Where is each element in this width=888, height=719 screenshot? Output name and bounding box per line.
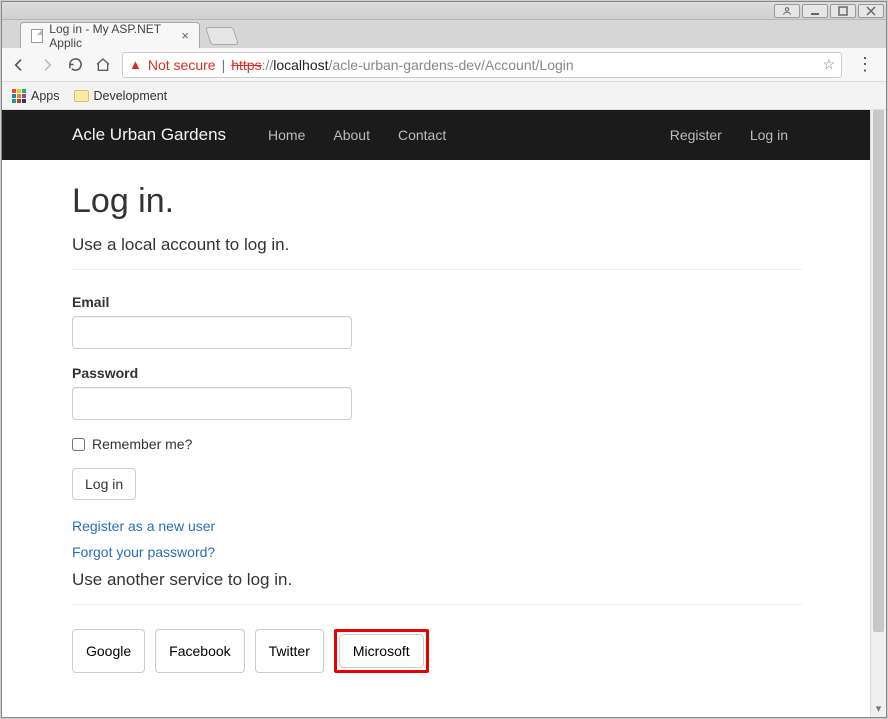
address-bar[interactable]: ▲ Not secure | https://localhost/acle-ur… <box>122 52 842 78</box>
page-icon <box>31 29 43 43</box>
window-titlebar <box>2 2 886 20</box>
site-navbar: Acle Urban Gardens Home About Contact Re… <box>2 110 870 160</box>
remember-me-label: Remember me? <box>92 436 192 452</box>
apps-shortcut[interactable]: Apps <box>12 89 60 103</box>
divider <box>72 604 802 605</box>
apps-grid-icon <box>12 89 26 103</box>
external-providers: Google Facebook Twitter Microsoft <box>72 629 802 673</box>
password-label: Password <box>72 365 802 381</box>
close-window-button[interactable] <box>858 4 884 18</box>
remember-me-checkbox[interactable] <box>72 438 85 451</box>
brand[interactable]: Acle Urban Gardens <box>72 125 226 145</box>
browser-toolbar: ▲ Not secure | https://localhost/acle-ur… <box>2 48 886 82</box>
provider-twitter[interactable]: Twitter <box>255 629 324 673</box>
provider-facebook[interactable]: Facebook <box>155 629 244 673</box>
local-account-heading: Use a local account to log in. <box>72 235 802 255</box>
home-button[interactable] <box>94 56 112 74</box>
close-tab-icon[interactable]: × <box>181 28 189 43</box>
provider-microsoft[interactable]: Microsoft <box>339 634 424 668</box>
email-field[interactable] <box>72 316 352 349</box>
nav-link-register[interactable]: Register <box>656 127 736 143</box>
url-text: https://localhost/acle-urban-gardens-dev… <box>231 57 573 73</box>
forgot-password-link[interactable]: Forgot your password? <box>72 544 802 560</box>
login-button[interactable]: Log in <box>72 468 136 500</box>
user-icon[interactable] <box>774 4 800 18</box>
scrollbar-thumb[interactable] <box>873 110 884 632</box>
nav-link-contact[interactable]: Contact <box>384 127 460 143</box>
bookmark-folder-development[interactable]: Development <box>74 89 168 103</box>
tab-strip: Log in - My ASP.NET Applic × <box>2 20 886 48</box>
minimize-button[interactable] <box>802 4 828 18</box>
maximize-button[interactable] <box>830 4 856 18</box>
security-status: Not secure <box>148 57 216 73</box>
bookmark-star-icon[interactable]: ☆ <box>822 56 835 73</box>
warning-icon: ▲ <box>129 57 142 72</box>
password-field[interactable] <box>72 387 352 420</box>
vertical-scrollbar[interactable]: ▾ <box>870 110 886 717</box>
browser-tab[interactable]: Log in - My ASP.NET Applic × <box>20 22 200 48</box>
page-content: Acle Urban Gardens Home About Contact Re… <box>2 110 870 717</box>
nav-link-home[interactable]: Home <box>254 127 319 143</box>
folder-icon <box>74 90 89 102</box>
bookmarks-bar: Apps Development <box>2 82 886 110</box>
register-new-user-link[interactable]: Register as a new user <box>72 518 802 534</box>
scroll-down-arrow[interactable]: ▾ <box>871 702 886 715</box>
tab-title: Log in - My ASP.NET Applic <box>49 22 175 50</box>
highlighted-provider: Microsoft <box>334 629 429 673</box>
back-button[interactable] <box>10 56 28 74</box>
email-label: Email <box>72 294 802 310</box>
nav-link-about[interactable]: About <box>319 127 384 143</box>
external-services-heading: Use another service to log in. <box>72 570 802 590</box>
browser-menu-icon[interactable]: ⋮ <box>852 54 878 75</box>
provider-google[interactable]: Google <box>72 629 145 673</box>
new-tab-button[interactable] <box>205 27 239 45</box>
forward-button[interactable] <box>38 56 56 74</box>
divider <box>72 269 802 270</box>
reload-button[interactable] <box>66 56 84 74</box>
page-title: Log in. <box>72 182 802 221</box>
nav-link-login[interactable]: Log in <box>736 127 802 143</box>
